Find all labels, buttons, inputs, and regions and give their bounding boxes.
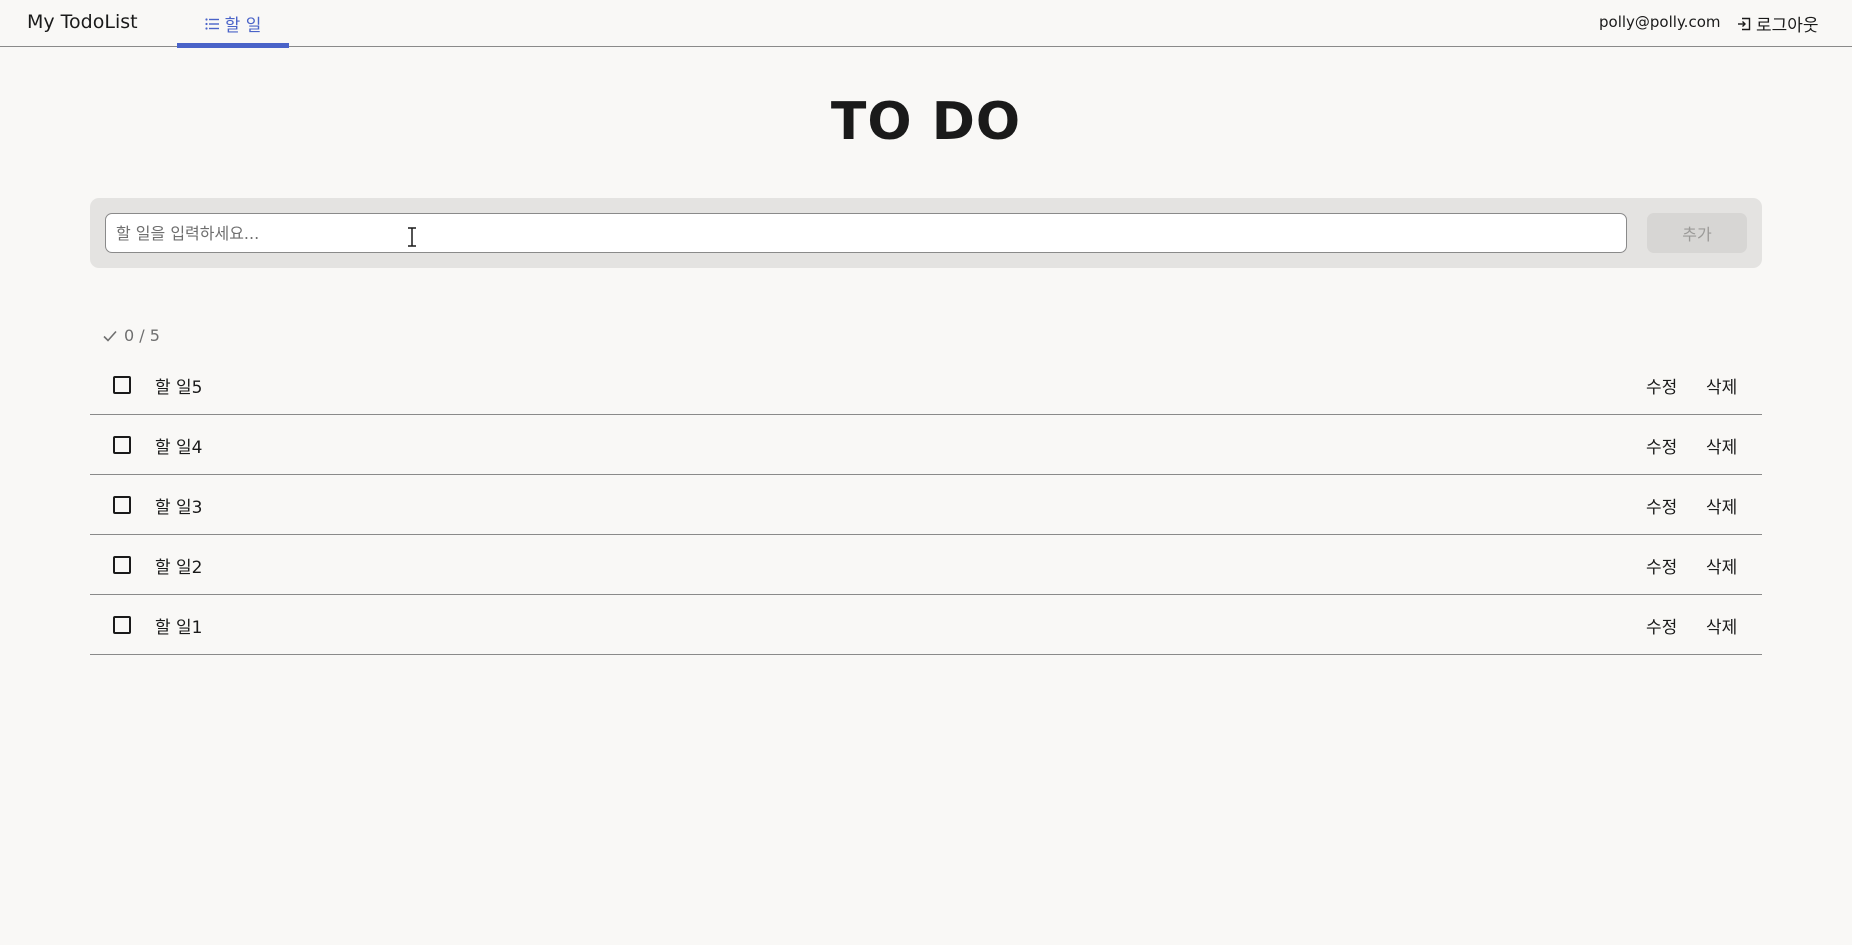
delete-button[interactable]: 삭제 <box>1706 553 1737 578</box>
edit-button[interactable]: 수정 <box>1646 373 1677 398</box>
todo-text: 할 일1 <box>155 618 203 638</box>
todo-input[interactable] <box>105 213 1627 253</box>
add-button[interactable]: 추가 <box>1647 213 1747 253</box>
todo-item: 할 일4 수정 삭제 <box>90 415 1762 475</box>
logout-icon <box>1738 17 1751 30</box>
todo-item: 할 일3 수정 삭제 <box>90 475 1762 535</box>
active-tab-indicator <box>177 43 289 48</box>
delete-button[interactable]: 삭제 <box>1706 493 1737 518</box>
todo-item: 할 일2 수정 삭제 <box>90 535 1762 595</box>
tab-todos-label: 할 일 <box>224 16 262 36</box>
logout-button[interactable]: 로그아웃 <box>1737 11 1819 36</box>
todo-checkbox[interactable] <box>113 556 131 574</box>
todo-checkbox[interactable] <box>113 616 131 634</box>
todo-list: 할 일5 수정 삭제 할 일4 수정 삭제 할 일3 수정 삭제 할 일2 수정… <box>90 355 1762 655</box>
edit-button[interactable]: 수정 <box>1646 433 1677 458</box>
todo-checkbox[interactable] <box>113 436 131 454</box>
todo-text: 할 일2 <box>155 558 203 578</box>
page-title: TO DO <box>830 92 1022 152</box>
checkmark-icon <box>103 330 117 342</box>
todo-text: 할 일4 <box>155 438 203 458</box>
delete-button[interactable]: 삭제 <box>1706 373 1737 398</box>
todo-checkbox[interactable] <box>113 376 131 394</box>
add-todo-panel: 추가 <box>90 198 1762 268</box>
todo-item: 할 일5 수정 삭제 <box>90 355 1762 415</box>
edit-button[interactable]: 수정 <box>1646 613 1677 638</box>
progress-count: 0 / 5 <box>124 326 160 345</box>
progress-indicator: 0 / 5 <box>102 326 160 345</box>
edit-button[interactable]: 수정 <box>1646 553 1677 578</box>
tab-todos[interactable]: 할 일 <box>177 0 289 48</box>
todo-text: 할 일5 <box>155 378 203 398</box>
todo-text: 할 일3 <box>155 498 203 518</box>
delete-button[interactable]: 삭제 <box>1706 433 1737 458</box>
todo-checkbox[interactable] <box>113 496 131 514</box>
app-brand[interactable]: My TodoList <box>27 11 138 33</box>
user-email: polly@polly.com <box>1599 13 1721 31</box>
list-icon <box>205 17 219 30</box>
logout-label: 로그아웃 <box>1756 16 1819 36</box>
text-cursor-icon <box>408 227 416 247</box>
edit-button[interactable]: 수정 <box>1646 493 1677 518</box>
todo-item: 할 일1 수정 삭제 <box>90 595 1762 655</box>
delete-button[interactable]: 삭제 <box>1706 613 1737 638</box>
top-navigation-bar: My TodoList 할 일 polly@polly.com 로그아웃 <box>0 0 1852 48</box>
